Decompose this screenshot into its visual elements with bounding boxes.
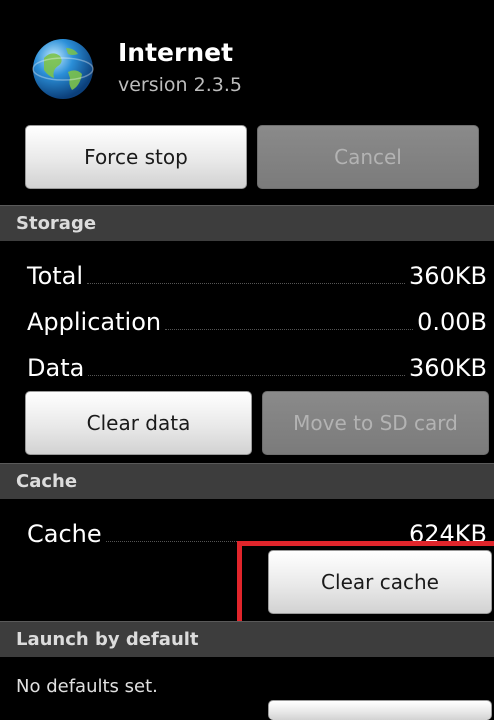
row-label: Data (27, 354, 85, 382)
row-label: Application (27, 308, 162, 336)
row-value: 360KB (408, 354, 487, 382)
row-label: Cache (27, 520, 102, 548)
cancel-button[interactable]: Cancel (257, 125, 479, 189)
launch-section-header: Launch by default (0, 621, 494, 657)
cache-section-header: Cache (0, 463, 494, 499)
move-to-sd-card-button[interactable]: Move to SD card (262, 391, 489, 455)
app-version: version 2.3.5 (118, 74, 242, 96)
clear-defaults-button[interactable] (268, 700, 492, 720)
storage-row-data: Data 360KB (27, 346, 487, 382)
highlight-box (237, 541, 494, 633)
storage-section-header: Storage (0, 205, 494, 241)
globe-icon (30, 36, 96, 102)
no-defaults-text: No defaults set. (16, 676, 158, 697)
app-name: Internet (118, 38, 234, 67)
row-value: 360KB (408, 262, 487, 290)
force-stop-button[interactable]: Force stop (25, 125, 247, 189)
row-label: Total (27, 262, 84, 290)
storage-row-total: Total 360KB (27, 254, 487, 290)
storage-row-application: Application 0.00B (27, 300, 487, 336)
clear-data-button[interactable]: Clear data (25, 391, 252, 455)
row-value: 0.00B (417, 308, 487, 336)
